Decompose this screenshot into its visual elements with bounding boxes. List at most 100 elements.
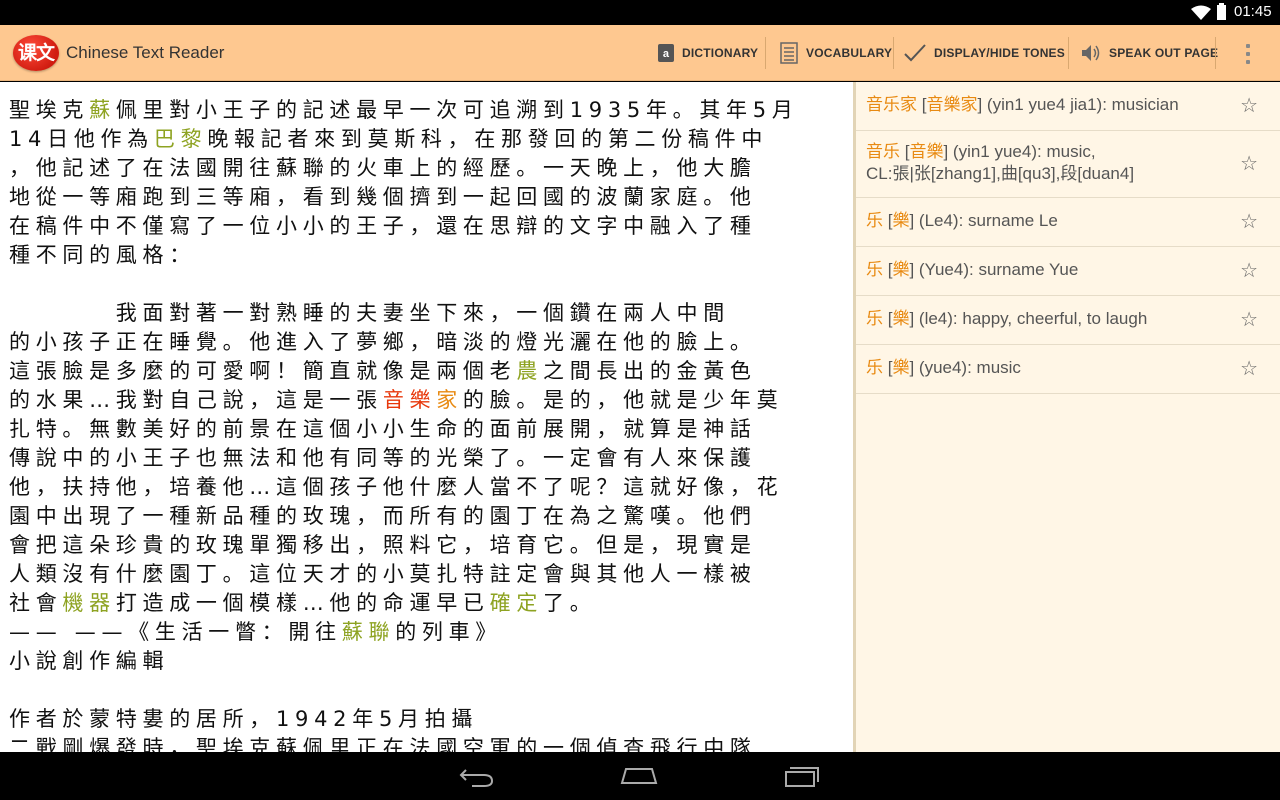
definition-text: 音乐家 [音樂家] (yin1 yue4 jia1): musician (866, 94, 1179, 116)
text-segment: 在稿件中不僅寫了一位小小的王子，還在思辯的文字中融入了種 (9, 214, 757, 238)
definition-item[interactable]: 乐 [樂] (Yue4): surname Yue ☆ (856, 247, 1280, 296)
text-line[interactable]: 作者於蒙特婁的居所，1942年5月拍攝 (9, 705, 478, 734)
text-line[interactable]: 聖埃克蘇佩里對小王子的記述最早一次可追溯到1935年。其年5月 (9, 96, 799, 125)
star-icon[interactable]: ☆ (1240, 356, 1258, 381)
highlighted-word[interactable]: 蘇聯 (342, 620, 395, 644)
reading-pane[interactable]: 聖埃克蘇佩里對小王子的記述最早一次可追溯到1935年。其年5月 14日他作為巴黎晚… (0, 82, 853, 752)
definition-gloss: (yin1 yue4 jia1): musician (986, 95, 1179, 114)
definition-gloss: (yin1 yue4): music, (952, 142, 1096, 161)
star-icon[interactable]: ☆ (1240, 151, 1258, 176)
text-line[interactable]: 人類沒有什麼園丁。這位天才的小莫扎特註定會與其他人一樣被 (9, 560, 757, 589)
battery-icon (1217, 3, 1226, 20)
highlighted-word[interactable]: 樂 (410, 388, 437, 412)
traditional-word: [樂] (883, 260, 919, 279)
star-icon[interactable]: ☆ (1240, 258, 1258, 283)
simplified-word: 音乐 (866, 142, 900, 161)
text-segment: 的水果…我對自己說，這是一張 (9, 388, 383, 412)
text-segment: 的列車》 (395, 620, 502, 644)
status-bar: 01:45 (0, 0, 1280, 25)
display-hide-tones-button[interactable]: DISPLAY/HIDE TONES (903, 25, 1065, 81)
traditional-word: [音樂] (900, 142, 953, 161)
app-logo: 课文 (13, 35, 59, 71)
text-line[interactable]: 社會機器打造成一個模樣…他的命運早已確定了。 (9, 589, 596, 618)
vocabulary-icon (780, 42, 798, 64)
text-segment: 傳說中的小王子也無法和他有同等的光榮了。一定會有人來保護 (9, 446, 757, 470)
text-line[interactable]: 小說創作編輯 (9, 647, 169, 676)
dictionary-button[interactable]: a DICTIONARY (657, 25, 758, 81)
checkmark-icon (904, 44, 926, 62)
text-line[interactable]: 他，扶持他，培養他…這個孩子他什麼人當不了呢？這就好像，花 (9, 473, 783, 502)
speak-out-page-button[interactable]: SPEAK OUT PAGE (1080, 25, 1218, 81)
vocabulary-label: VOCABULARY (806, 46, 893, 60)
simplified-word: 乐 (866, 358, 883, 377)
star-icon[interactable]: ☆ (1240, 93, 1258, 118)
definition-item[interactable]: 音乐家 [音樂家] (yin1 yue4 jia1): musician ☆ (856, 82, 1280, 131)
text-line[interactable]: 傳說中的小王子也無法和他有同等的光榮了。一定會有人來保護 (9, 444, 757, 473)
definition-item[interactable]: 乐 [樂] (yue4): music ☆ (856, 345, 1280, 394)
definition-text: 乐 [樂] (le4): happy, cheerful, to laugh (866, 308, 1147, 330)
text-segment: 這張臉是多麼的可愛啊！簡直就像是兩個老 (9, 359, 517, 383)
text-segment: 佩里對小王子的記述最早一次可追溯到1935年。其年5月 (115, 98, 799, 122)
simplified-word: 乐 (866, 309, 883, 328)
wifi-icon (1191, 5, 1211, 20)
text-segment: 地從一等廂跑到三等廂，看到幾個擠到一起回國的波蘭家庭。他 (9, 185, 757, 209)
text-segment: 作者於蒙特婁的居所，1942年5月拍攝 (9, 707, 479, 731)
text-line[interactable]: 扎特。無數美好的前景在這個小小生命的面前展開，就算是神話 (9, 415, 757, 444)
definition-gloss-extra: CL:張|张[zhang1],曲[qu3],段[duan4] (866, 164, 1135, 183)
highlighted-word[interactable]: 家 (436, 388, 463, 412)
text-line[interactable]: 會把這朵珍貴的玫瑰單獨移出，照料它，培育它。但是，現實是 (9, 531, 757, 560)
text-line[interactable]: 這張臉是多麼的可愛啊！簡直就像是兩個老農之間長出的金黃色 (9, 357, 757, 386)
definition-text: 乐 [樂] (Le4): surname Le (866, 210, 1058, 232)
text-line[interactable]: 地從一等廂跑到三等廂，看到幾個擠到一起回國的波蘭家庭。他 (9, 183, 757, 212)
text-line[interactable]: 14日他作為巴黎晚報記者來到莫斯科，在那發回的第二份稿件中 (9, 125, 768, 154)
definition-text: 乐 [樂] (yue4): music (866, 357, 1021, 379)
star-icon[interactable]: ☆ (1240, 307, 1258, 332)
text-segment: 之間長出的金黃色 (543, 359, 757, 383)
highlighted-word[interactable]: 農 (516, 359, 543, 383)
text-segment: 扎特。無數美好的前景在這個小小生命的面前展開，就算是神話 (9, 417, 757, 441)
text-line[interactable]: 在稿件中不僅寫了一位小小的王子，還在思辯的文字中融入了種 (9, 212, 757, 241)
text-line[interactable]: 的小孩子正在睡覺。他進入了夢鄉，暗淡的燈光灑在他的臉上。 (9, 328, 757, 357)
vocabulary-button[interactable]: VOCABULARY (779, 25, 892, 81)
back-icon[interactable] (458, 766, 496, 788)
text-segment: 園中出現了一種新品種的玫瑰，而所有的園丁在為之驚嘆。他們 (9, 504, 757, 528)
definition-item[interactable]: 音乐 [音樂] (yin1 yue4): music, CL:張|张[zhang1… (856, 131, 1280, 198)
text-line[interactable]: 園中出現了一種新品種的玫瑰，而所有的園丁在為之驚嘆。他們 (9, 502, 757, 531)
definition-text: 音乐 [音樂] (yin1 yue4): music, CL:張|张[zhang1… (866, 141, 1134, 185)
text-line[interactable]: —— ——《生活一瞥：開往蘇聯的列車》 (9, 618, 502, 647)
text-segment: 我面對著一對熟睡的夫妻坐下來，一個鑽在兩人中間 (9, 301, 730, 325)
text-line[interactable]: ，他記述了在法國開往蘇聯的火車上的經歷。一天晚上，他大膽 (9, 154, 757, 183)
text-segment: 14日他作為 (9, 127, 154, 151)
svg-text:a: a (663, 48, 670, 60)
text-segment: 的臉。是的，他就是少年莫 (462, 388, 784, 412)
highlighted-word[interactable]: 確定 (490, 591, 543, 615)
traditional-word: [樂] (883, 309, 919, 328)
recents-icon[interactable] (784, 765, 820, 787)
text-line[interactable]: 種不同的風格： (9, 241, 196, 270)
text-segment: 的小孩子正在睡覺。他進入了夢鄉，暗淡的燈光灑在他的臉上。 (9, 330, 757, 354)
text-segment: 聖埃克 (9, 98, 90, 122)
definition-gloss: (yue4): music (918, 358, 1021, 377)
definition-item[interactable]: 乐 [樂] (Le4): surname Le ☆ (856, 198, 1280, 247)
text-segment: 二戰剛爆發時，聖埃克蘇佩里正在法國空軍的一個偵查飛行中隊 (9, 736, 757, 752)
text-segment: 會把這朵珍貴的玫瑰單獨移出，照料它，培育它。但是，現實是 (9, 533, 757, 557)
highlighted-word[interactable]: 蘇 (89, 98, 116, 122)
text-line[interactable]: 我面對著一對熟睡的夫妻坐下來，一個鑽在兩人中間 (9, 299, 730, 328)
text-segment: 他，扶持他，培養他…這個孩子他什麼人當不了呢？這就好像，花 (9, 475, 784, 499)
definition-item[interactable]: 乐 [樂] (le4): happy, cheerful, to laugh ☆ (856, 296, 1280, 345)
highlighted-word[interactable]: 巴黎 (154, 127, 207, 151)
home-icon[interactable] (620, 767, 658, 785)
text-segment: 社會 (9, 591, 63, 615)
star-icon[interactable]: ☆ (1240, 209, 1258, 234)
text-line[interactable]: 的水果…我對自己說，這是一張音樂家的臉。是的，他就是少年莫 (9, 386, 783, 415)
traditional-word: [音樂家] (917, 95, 987, 114)
text-line[interactable]: 二戰剛爆發時，聖埃克蘇佩里正在法國空軍的一個偵查飛行中隊 (9, 734, 757, 752)
highlighted-word[interactable]: 機器 (62, 591, 115, 615)
dictionary-label: DICTIONARY (682, 46, 759, 60)
simplified-word: 乐 (866, 260, 883, 279)
text-segment: ，他記述了在法國開往蘇聯的火車上的經歷。一天晚上，他大膽 (9, 156, 757, 180)
display-hide-tones-label: DISPLAY/HIDE TONES (934, 46, 1065, 60)
text-segment: 打造成一個模樣…他的命運早已 (115, 591, 490, 615)
overflow-menu-icon[interactable] (1236, 41, 1260, 67)
highlighted-word[interactable]: 音 (383, 388, 410, 412)
